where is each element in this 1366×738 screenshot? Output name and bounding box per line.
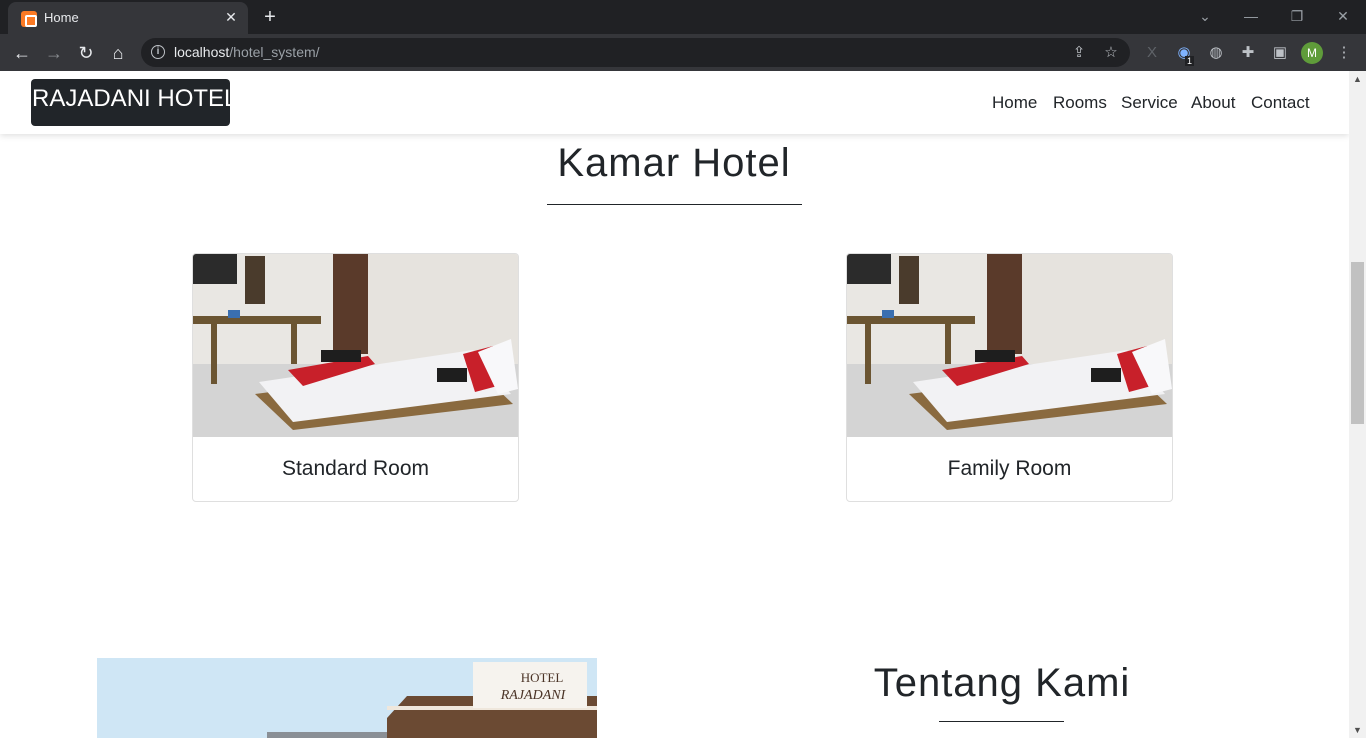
browser-tab-strip: Home ✕ + ⌄ — ❐ ✕ xyxy=(0,0,1366,34)
room-photo xyxy=(193,254,518,437)
rooms-section-title: Kamar Hotel xyxy=(557,141,791,185)
close-window-icon[interactable]: ✕ xyxy=(1328,4,1358,28)
about-title-divider xyxy=(939,721,1064,722)
url-path: /hotel_system/ xyxy=(229,44,320,60)
tab-title: Home xyxy=(44,10,79,25)
hotel-sign-line1: HOTEL xyxy=(521,670,564,685)
browser-menu-icon[interactable]: ⋮ xyxy=(1333,42,1355,64)
minimize-window-icon[interactable]: — xyxy=(1236,4,1266,28)
page-scrollbar[interactable]: ▲ ▼ xyxy=(1349,71,1366,738)
nav-link-rooms[interactable]: Rooms xyxy=(1053,93,1107,113)
bookmark-star-icon[interactable]: ☆ xyxy=(1100,42,1122,64)
nav-link-about[interactable]: About xyxy=(1191,93,1235,113)
forward-arrow-icon[interactable]: → xyxy=(41,40,67,66)
profile-avatar[interactable]: M xyxy=(1301,42,1323,64)
rooms-title-divider xyxy=(547,204,802,205)
tab-search-icon[interactable]: ⌄ xyxy=(1190,4,1220,28)
home-icon[interactable]: ⌂ xyxy=(105,40,131,66)
restore-window-icon[interactable]: ❐ xyxy=(1282,4,1312,28)
xampp-favicon-icon xyxy=(21,11,37,27)
extension-circle-icon[interactable]: ◍ xyxy=(1205,42,1227,64)
scrollbar-thumb[interactable] xyxy=(1351,262,1364,424)
site-navbar: RAJADANI HOTEL Home Rooms Service About … xyxy=(0,71,1349,134)
room-name[interactable]: Standard Room xyxy=(193,457,518,481)
new-tab-button[interactable]: + xyxy=(258,5,282,29)
back-arrow-icon[interactable]: ← xyxy=(9,40,35,66)
extension-badge: 1 xyxy=(1185,56,1195,66)
extensions-puzzle-icon[interactable]: ✚ xyxy=(1237,42,1259,64)
browser-toolbar: ← → ↻ ⌂ i localhost/hotel_system/ ⇪ ☆ X … xyxy=(0,34,1366,71)
side-panel-icon[interactable]: ▣ xyxy=(1269,42,1291,64)
nav-link-contact[interactable]: Contact xyxy=(1251,93,1310,113)
hotel-sign-line2: RAJADANI xyxy=(500,688,567,703)
room-card-standard[interactable]: Standard Room xyxy=(192,253,519,502)
extension-x-icon[interactable]: X xyxy=(1141,42,1163,64)
nav-link-service[interactable]: Service xyxy=(1121,93,1178,113)
address-bar[interactable]: i localhost/hotel_system/ ⇪ ☆ xyxy=(141,38,1130,67)
url-text[interactable]: localhost/hotel_system/ xyxy=(174,44,320,60)
scroll-down-arrow-icon[interactable]: ▼ xyxy=(1353,725,1362,735)
scroll-up-arrow-icon[interactable]: ▲ xyxy=(1353,74,1362,84)
site-info-icon[interactable]: i xyxy=(151,45,165,59)
share-icon[interactable]: ⇪ xyxy=(1068,42,1090,64)
room-name[interactable]: Family Room xyxy=(847,457,1172,481)
nav-link-home[interactable]: Home xyxy=(992,93,1037,113)
browser-tab-home[interactable]: Home ✕ xyxy=(8,2,248,34)
room-photo xyxy=(847,254,1172,437)
page-viewport: RAJADANI HOTEL Home Rooms Service About … xyxy=(0,71,1349,738)
about-section-title: Tentang Kami xyxy=(873,661,1131,705)
brand-logo[interactable]: RAJADANI HOTEL xyxy=(31,79,237,126)
close-tab-icon[interactable]: ✕ xyxy=(222,8,240,26)
reload-icon[interactable]: ↻ xyxy=(73,40,99,66)
room-card-family[interactable]: Family Room xyxy=(846,253,1173,502)
url-host: localhost xyxy=(174,44,230,60)
hotel-building-photo: HOTEL RAJADANI xyxy=(97,658,597,738)
